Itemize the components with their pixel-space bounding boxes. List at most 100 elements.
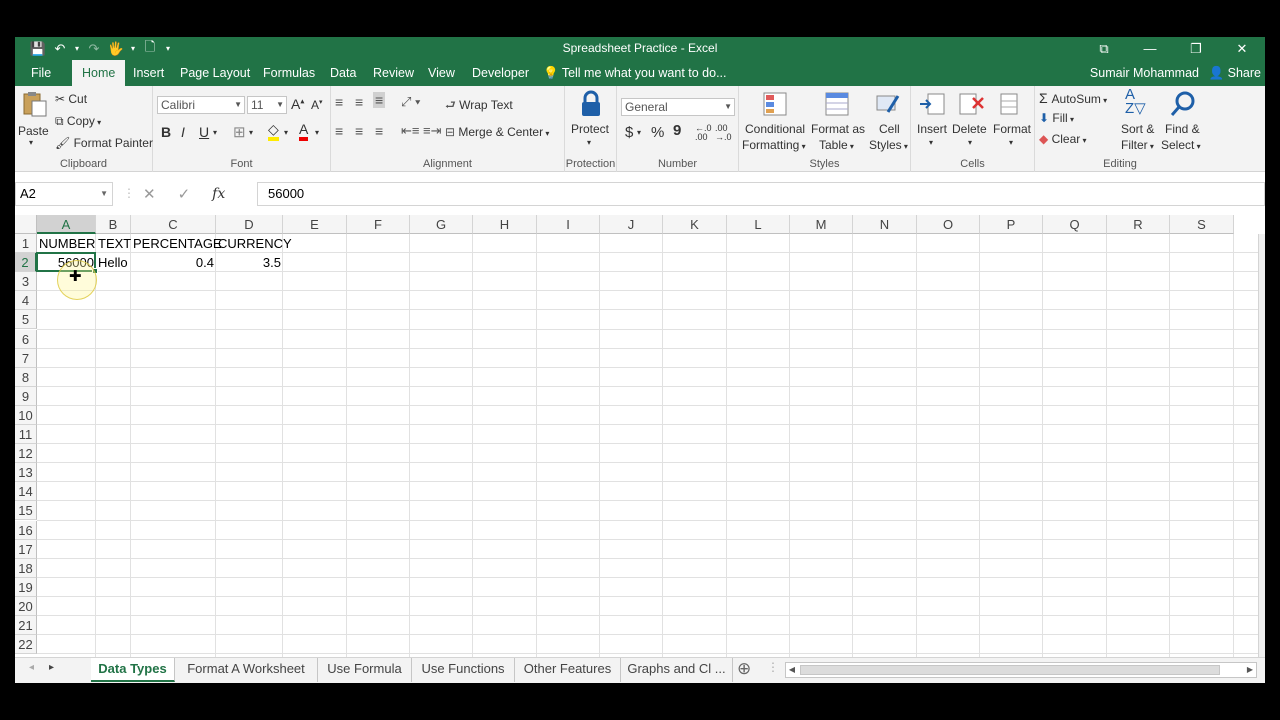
merge-center-button[interactable]: ⊟ Merge & Center ▾ xyxy=(445,125,549,139)
cut-button[interactable]: ✂ Cut xyxy=(55,92,87,106)
borders-dropdown-icon[interactable]: ▾ xyxy=(249,128,253,137)
increase-decimal-icon[interactable]: ←.0.00 xyxy=(695,124,712,142)
next-sheet-icon[interactable]: ▸ xyxy=(49,662,54,673)
tab-splitter[interactable]: ⋮ xyxy=(767,660,779,674)
scroll-left-icon[interactable]: ◀ xyxy=(786,663,798,677)
row-header-16[interactable]: 16 xyxy=(15,520,37,540)
column-header-b[interactable]: B xyxy=(96,215,131,234)
align-center-icon[interactable]: ≡ xyxy=(355,123,363,139)
decrease-indent-icon[interactable]: ⇤≡ xyxy=(401,123,419,139)
delete-cells-button[interactable]: Delete ▾ xyxy=(951,88,991,154)
column-header-m[interactable]: M xyxy=(790,215,853,234)
column-header-q[interactable]: Q xyxy=(1043,215,1107,234)
row-header-9[interactable]: 9 xyxy=(15,386,37,406)
currency-dropdown-icon[interactable]: ▾ xyxy=(637,128,641,137)
prev-sheet-icon[interactable]: ◂ xyxy=(29,662,34,673)
align-right-icon[interactable]: ≡ xyxy=(375,123,383,139)
format-cells-button[interactable]: Format ▾ xyxy=(991,88,1033,154)
sheet-tab[interactable]: Other Features xyxy=(515,658,621,682)
insert-cells-button[interactable]: Insert ▾ xyxy=(913,88,951,154)
select-all-button[interactable] xyxy=(15,215,37,234)
cell-a1[interactable]: NUMBER xyxy=(37,234,97,253)
column-header-r[interactable]: R xyxy=(1107,215,1170,234)
column-header-a[interactable]: A xyxy=(37,215,96,234)
sheet-tab[interactable]: Format A Worksheet xyxy=(175,658,318,682)
row-header-4[interactable]: 4 xyxy=(15,291,37,311)
row-header-7[interactable]: 7 xyxy=(15,348,37,368)
column-header-o[interactable]: O xyxy=(917,215,980,234)
underline-button[interactable]: U xyxy=(199,124,209,140)
row-header-17[interactable]: 17 xyxy=(15,539,37,559)
sheet-tab[interactable]: Use Formula xyxy=(318,658,412,682)
row-header-20[interactable]: 20 xyxy=(15,596,37,616)
align-middle-icon[interactable]: ≡ xyxy=(355,94,363,110)
decrease-decimal-icon[interactable]: .00 →.0 xyxy=(715,124,732,142)
sheet-tab[interactable]: Graphs and Cl ... xyxy=(621,658,733,682)
row-header-10[interactable]: 10 xyxy=(15,405,37,425)
vertical-scrollbar[interactable] xyxy=(1258,234,1265,661)
cell-c1[interactable]: PERCENTAGE xyxy=(131,234,224,253)
column-header-k[interactable]: K xyxy=(663,215,727,234)
paste-button[interactable]: Paste ▾ xyxy=(17,88,51,152)
clear-button[interactable]: ◆ Clear ▾ xyxy=(1039,132,1087,146)
user-account[interactable]: Sumair Mohammad xyxy=(1090,60,1199,86)
cell-d1[interactable]: CURRENCY xyxy=(216,234,294,253)
find-select-button[interactable]: Find & Select ▾ xyxy=(1161,88,1205,154)
worksheet-grid[interactable]: ABCDEFGHIJKLMNOPQRS 1 2 3 4 5 6 7 8 9 10 11 12 13 14 1… xyxy=(15,215,1265,661)
row-header-19[interactable]: 19 xyxy=(15,577,37,597)
column-header-n[interactable]: N xyxy=(853,215,917,234)
tell-me-search[interactable]: 💡 Tell me what you want to do... xyxy=(543,60,727,86)
italic-button[interactable]: I xyxy=(181,124,185,140)
font-color-icon[interactable]: A xyxy=(299,122,309,141)
format-as-table-button[interactable]: Format as Table ▾ xyxy=(809,88,865,154)
font-color-dropdown-icon[interactable]: ▾ xyxy=(315,128,319,137)
fill-color-icon[interactable]: ◇ xyxy=(268,122,279,141)
sheet-tab[interactable]: Data Types xyxy=(91,658,175,682)
autosum-button[interactable]: Σ AutoSum ▾ xyxy=(1039,90,1107,106)
orientation-icon[interactable]: ⤢ ▾ xyxy=(401,94,420,110)
font-size-select[interactable]: 11 ▼ xyxy=(247,96,287,114)
increase-indent-icon[interactable]: ≡⇥ xyxy=(423,123,441,139)
tab-view[interactable]: View xyxy=(420,60,463,86)
column-header-g[interactable]: G xyxy=(410,215,473,234)
cell-styles-button[interactable]: Cell Styles ▾ xyxy=(867,88,909,154)
add-sheet-icon[interactable]: ⊕ xyxy=(737,659,751,679)
scroll-right-icon[interactable]: ▶ xyxy=(1244,663,1256,677)
borders-icon[interactable]: ⊞ xyxy=(233,123,246,141)
copy-button[interactable]: ⧉ Copy ▾ xyxy=(55,114,101,129)
formula-input[interactable]: 56000 xyxy=(257,182,1265,206)
tab-file[interactable]: File xyxy=(23,60,59,86)
cell-b1[interactable]: TEXT xyxy=(96,234,133,253)
row-header-12[interactable]: 12 xyxy=(15,444,37,464)
row-header-8[interactable]: 8 xyxy=(15,367,37,387)
column-header-f[interactable]: F xyxy=(347,215,410,234)
sort-filter-button[interactable]: A Z▽ Sort & Filter ▾ xyxy=(1119,87,1161,154)
comma-format-button[interactable]: 9 xyxy=(673,122,681,139)
row-header-2[interactable]: 2 xyxy=(15,253,37,273)
row-header-3[interactable]: 3 xyxy=(15,272,37,292)
restore-icon[interactable]: ❐ xyxy=(1173,37,1219,60)
wrap-text-button[interactable]: ⮐ Wrap Text xyxy=(445,96,513,117)
name-box[interactable]: A2 ▼ xyxy=(15,182,113,206)
bold-button[interactable]: B xyxy=(161,124,171,140)
percent-format-button[interactable]: % xyxy=(651,124,664,141)
enter-icon[interactable]: ✓ xyxy=(178,185,191,203)
row-header-18[interactable]: 18 xyxy=(15,558,37,578)
conditional-formatting-button[interactable]: Conditional Formatting ▾ xyxy=(741,88,807,154)
row-header-5[interactable]: 5 xyxy=(15,310,37,330)
format-painter-button[interactable]: 🖌 Format Painter xyxy=(55,136,153,150)
align-top-icon[interactable]: ≡ xyxy=(335,94,343,110)
number-format-select[interactable]: General ▼ xyxy=(621,98,735,116)
currency-format-button[interactable]: $ xyxy=(625,124,633,141)
column-header-h[interactable]: H xyxy=(473,215,537,234)
ribbon-display-icon[interactable]: ⧉ xyxy=(1081,37,1127,60)
fill-color-dropdown-icon[interactable]: ▾ xyxy=(284,128,288,137)
tab-review[interactable]: Review xyxy=(365,60,422,86)
insert-function-icon[interactable]: fx xyxy=(212,186,225,202)
tab-home[interactable]: Home xyxy=(72,60,126,87)
tab-insert[interactable]: Insert xyxy=(125,60,172,86)
align-bottom-icon[interactable]: ≡ xyxy=(373,92,386,108)
chevron-down-icon[interactable]: ▼ xyxy=(100,183,108,205)
column-header-d[interactable]: D xyxy=(216,215,283,234)
sheet-tab[interactable]: Use Functions xyxy=(412,658,515,682)
